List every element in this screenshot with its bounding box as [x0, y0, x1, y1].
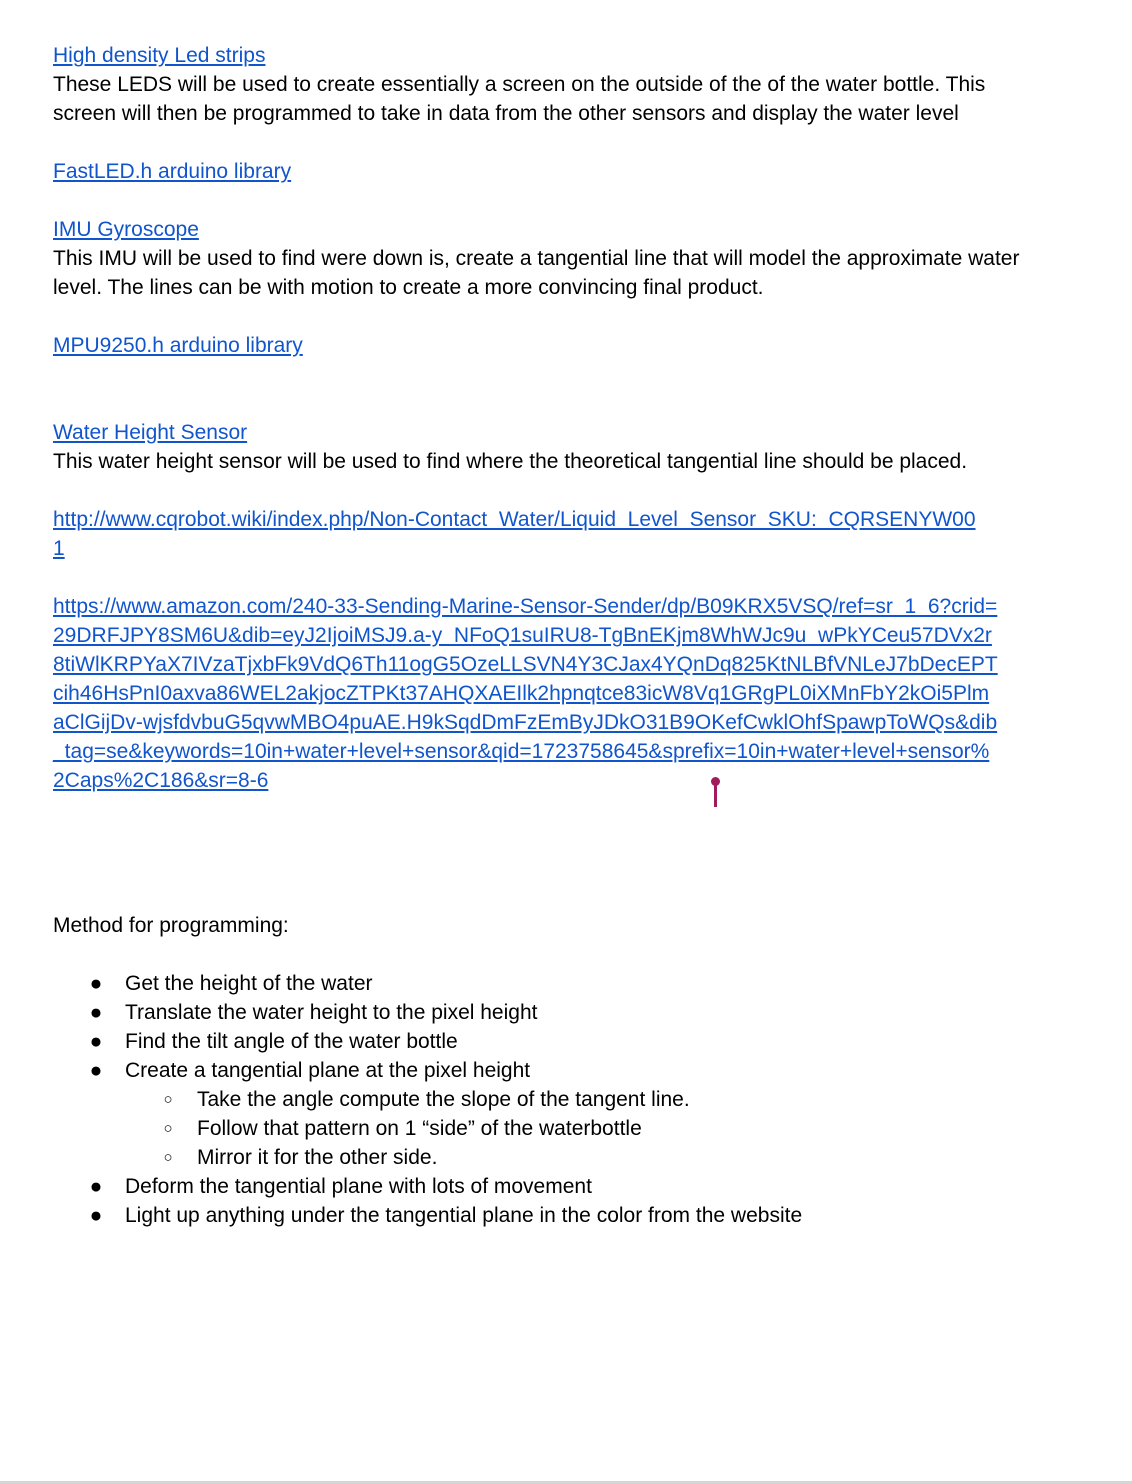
method-list: ● Get the height of the water ● Translat…: [53, 969, 1053, 1230]
list-item: ● Deform the tangential plane with lots …: [53, 1172, 1053, 1201]
list-item: ● Find the tilt angle of the water bottl…: [53, 1027, 1053, 1056]
list-item: ● Create a tangential plane at the pixel…: [53, 1056, 1053, 1172]
list-item-text: Get the height of the water: [125, 972, 373, 995]
sub-list-item: ○ Follow that pattern on 1 “side” of the…: [125, 1114, 1053, 1143]
sub-list-item-text: Take the angle compute the slope of the …: [197, 1088, 690, 1111]
sub-bullet-icon: ○: [163, 1120, 173, 1137]
link-fastled-library[interactable]: FastLED.h arduino library: [53, 160, 291, 183]
bullet-icon: ●: [89, 1175, 103, 1198]
bullet-icon: ●: [89, 972, 103, 995]
link-cqrobot-url[interactable]: http://www.cqrobot.wiki/index.php/Non-Co…: [53, 505, 983, 563]
link-led-strips[interactable]: High density Led strips: [53, 44, 265, 67]
sub-bullet-icon: ○: [163, 1149, 173, 1166]
sub-list: ○ Take the angle compute the slope of th…: [125, 1085, 1053, 1172]
sub-list-item: ○ Mirror it for the other side.: [125, 1143, 1053, 1172]
bullet-icon: ●: [89, 1204, 103, 1227]
water-sensor-description: This water height sensor will be used to…: [53, 450, 968, 473]
collaborator-cursor: [711, 777, 720, 807]
sub-list-item-text: Mirror it for the other side.: [197, 1146, 438, 1169]
list-item-text: Find the tilt angle of the water bottle: [125, 1030, 458, 1053]
sub-bullet-icon: ○: [163, 1091, 173, 1108]
list-item-text: Deform the tangential plane with lots of…: [125, 1175, 592, 1198]
sub-list-item: ○ Take the angle compute the slope of th…: [125, 1085, 1053, 1114]
bullet-icon: ●: [89, 1001, 103, 1024]
link-water-height-sensor[interactable]: Water Height Sensor: [53, 421, 247, 444]
list-item: ● Light up anything under the tangential…: [53, 1201, 1053, 1230]
link-mpu9250-library[interactable]: MPU9250.h arduino library: [53, 334, 303, 357]
link-amazon-url[interactable]: https://www.amazon.com/240-33-Sending-Ma…: [53, 592, 998, 795]
sub-list-item-text: Follow that pattern on 1 “side” of the w…: [197, 1117, 642, 1140]
list-item: ● Get the height of the water: [53, 969, 1053, 998]
list-item-text: Light up anything under the tangential p…: [125, 1204, 803, 1227]
bullet-icon: ●: [89, 1059, 103, 1082]
imu-description: This IMU will be used to find were down …: [53, 247, 1020, 299]
list-item-text: Translate the water height to the pixel …: [125, 1001, 538, 1024]
list-item-text: Create a tangential plane at the pixel h…: [125, 1059, 531, 1082]
bullet-icon: ●: [89, 1030, 103, 1053]
link-imu-gyroscope[interactable]: IMU Gyroscope: [53, 218, 199, 241]
method-heading: Method for programming:: [53, 914, 289, 937]
document-page: High density Led strips These LEDS will …: [53, 41, 1053, 1230]
led-description: These LEDS will be used to create essent…: [53, 73, 986, 125]
list-item: ● Translate the water height to the pixe…: [53, 998, 1053, 1027]
